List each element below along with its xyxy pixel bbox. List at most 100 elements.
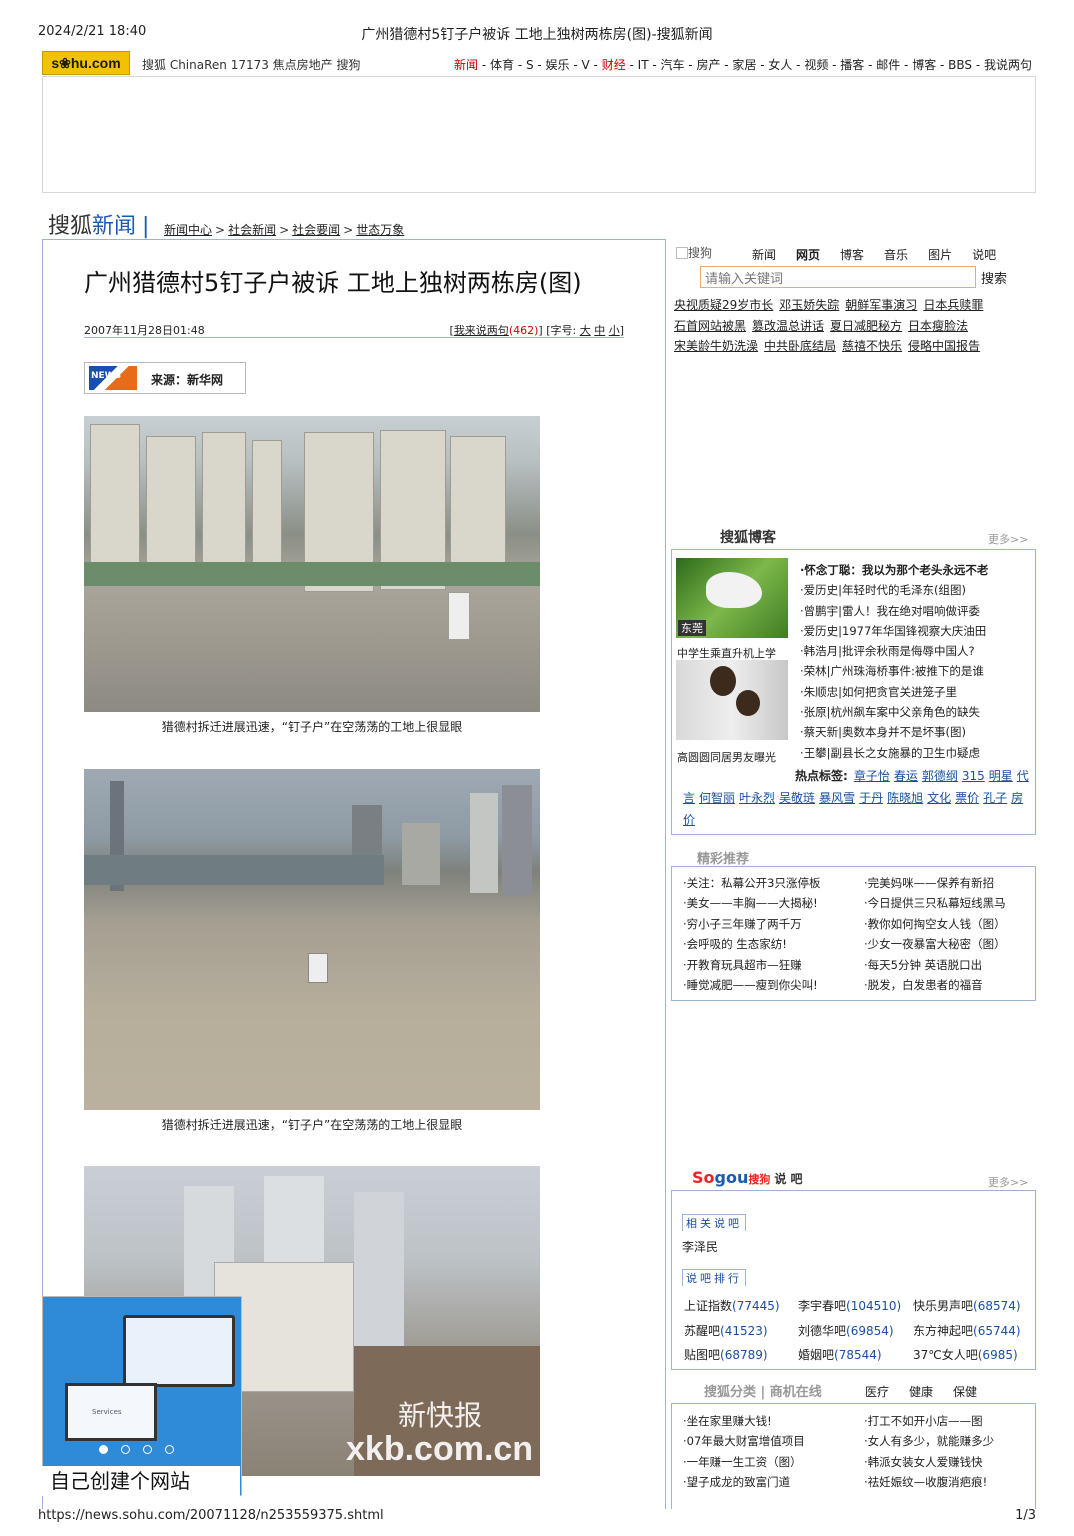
- hot-tag[interactable]: 叶永烈: [739, 791, 775, 805]
- list-item[interactable]: ·睡觉减肥——瘦到你尖叫!: [683, 975, 820, 995]
- category-tab[interactable]: 医疗: [865, 1385, 889, 1399]
- blog-item[interactable]: ·蔡天新|奥数本身并不是坏事(图): [800, 722, 988, 742]
- list-item[interactable]: ·少女一夜暴富大秘密（图）: [864, 934, 1006, 954]
- carousel-dot[interactable]: [121, 1445, 130, 1454]
- category-tabs[interactable]: 医疗 健康 保健: [865, 1383, 997, 1400]
- hot-search-link[interactable]: 日本瘦脸法: [908, 319, 968, 333]
- carousel-dots[interactable]: [99, 1443, 187, 1457]
- blog-item[interactable]: ·张原|杭州飙车案中父亲角色的缺失: [800, 702, 988, 722]
- search-tab[interactable]: 音乐: [884, 248, 908, 262]
- breadcrumb-item[interactable]: 社会新闻: [228, 223, 276, 237]
- breadcrumb-item[interactable]: 新闻中心: [164, 223, 212, 237]
- hot-tag[interactable]: 陈晓旭: [887, 791, 923, 805]
- font-mid-link[interactable]: 中: [594, 324, 605, 337]
- hot-tag[interactable]: 春运: [894, 769, 918, 783]
- list-item[interactable]: ·韩派女装女人爱赚钱快: [864, 1452, 994, 1472]
- hot-search-link[interactable]: 中共卧底结局: [764, 339, 836, 353]
- hot-search-link[interactable]: 夏日减肥秘方: [830, 319, 902, 333]
- list-item[interactable]: ·07年最大财富增值项目: [683, 1431, 805, 1451]
- sayba-more-link[interactable]: 更多>>: [988, 1174, 1028, 1190]
- related-sayba-tab[interactable]: 相关说吧: [682, 1214, 746, 1231]
- sayba-name[interactable]: 苏醒吧: [684, 1324, 720, 1338]
- list-item[interactable]: ·坐在家里赚大钱!: [683, 1411, 805, 1431]
- sayba-name[interactable]: 李宇春吧: [798, 1299, 846, 1313]
- sayba-name[interactable]: 贴图吧: [684, 1348, 720, 1362]
- hot-search-link[interactable]: 侵略中国报告: [908, 339, 980, 353]
- list-item[interactable]: ·美女——丰胸——大揭秘!: [683, 893, 820, 913]
- sayba-name[interactable]: 快乐男声吧: [913, 1299, 973, 1313]
- list-item[interactable]: ·望子成龙的致富门道: [683, 1472, 805, 1492]
- sayba-rank-tab[interactable]: 说吧排行: [682, 1269, 746, 1286]
- hot-search-link[interactable]: 邓玉娇失踪: [779, 298, 839, 312]
- category-title[interactable]: 搜狐分类 | 商机在线: [704, 1381, 822, 1400]
- blog-image-caption[interactable]: 高圆圆同居男友曝光: [677, 749, 776, 765]
- sogou-sayba-logo[interactable]: Sogou搜狗说 吧: [692, 1168, 803, 1187]
- blog-image-helicopter[interactable]: 东莞: [676, 558, 788, 638]
- ad-banner[interactable]: [42, 76, 1036, 193]
- blog-item[interactable]: ·荣林|广州珠海桥事件:被推下的是谁: [800, 661, 988, 681]
- hot-tag[interactable]: 315: [962, 769, 985, 783]
- sayba-rank-item[interactable]: 苏醒吧(41523): [684, 1319, 780, 1344]
- list-item[interactable]: ·一年赚一生工资（图）: [683, 1452, 805, 1472]
- breadcrumb-item[interactable]: 世态万象: [356, 223, 404, 237]
- list-item[interactable]: ·打工不如开小店——图: [864, 1411, 994, 1431]
- blog-image-caption[interactable]: 中学生乘直升机上学: [677, 645, 776, 661]
- list-item[interactable]: ·女人有多少，就能赚多少: [864, 1431, 994, 1451]
- blog-item[interactable]: ·怀念丁聪：我以为那个老头永远不老: [800, 560, 988, 580]
- top-nav[interactable]: 新闻 - 体育 - S - 娱乐 - V - 财经 - IT - 汽车 - 房产…: [454, 56, 1032, 73]
- sayba-rank-item[interactable]: 婚姻吧(78544): [798, 1343, 901, 1368]
- blog-item[interactable]: ·曾鹏宇|雷人！我在绝对唱响做评委: [800, 601, 988, 621]
- hot-tag[interactable]: 明星: [989, 769, 1013, 783]
- hot-search-link[interactable]: 央视质疑29岁市长: [674, 298, 773, 312]
- search-tab[interactable]: 新闻: [752, 248, 776, 262]
- top-nav-item[interactable]: 新闻: [454, 58, 478, 72]
- hot-tag[interactable]: 票价: [955, 791, 979, 805]
- hot-search-link[interactable]: 慈禧不快乐: [842, 339, 902, 353]
- carousel-dot[interactable]: [165, 1445, 174, 1454]
- list-item[interactable]: ·开教育玩具超市—狂赚: [683, 955, 820, 975]
- list-item[interactable]: ·会呼吸的 生态家纺!: [683, 934, 820, 954]
- related-sayba-name[interactable]: 李泽民: [682, 1238, 718, 1255]
- sayba-rank-item[interactable]: 东方神起吧(65744): [913, 1319, 1021, 1344]
- category-tab[interactable]: 保健: [953, 1385, 977, 1399]
- hot-search-link[interactable]: 宋美龄牛奶洗澡: [674, 339, 758, 353]
- list-item[interactable]: ·每天5分钟 英语脱口出: [864, 955, 1006, 975]
- hot-tag[interactable]: 何智丽: [699, 791, 735, 805]
- top-nav-item[interactable]: 财经: [602, 58, 626, 72]
- list-item[interactable]: ·关注：私幕公开3只涨停板: [683, 873, 820, 893]
- top-links[interactable]: 搜狐 ChinaRen 17173 焦点房地产 搜狗: [142, 56, 361, 73]
- blog-item[interactable]: ·朱顺忠|如何把贪官关进笼子里: [800, 682, 988, 702]
- font-small-link[interactable]: 小: [609, 324, 620, 337]
- search-tab[interactable]: 说吧: [972, 248, 996, 262]
- list-item[interactable]: ·教你如何掏空女人钱（图）: [864, 914, 1006, 934]
- floating-ad-caption[interactable]: 自己创建个网站: [42, 1466, 240, 1496]
- blog-item[interactable]: ·王攀|副县长之女施暴的卫生巾疑虑: [800, 743, 988, 763]
- hot-tag[interactable]: 郭德纲: [922, 769, 958, 783]
- breadcrumb-item[interactable]: 社会要闻: [292, 223, 340, 237]
- blog-item[interactable]: ·爱历史|年轻时代的毛泽东(组图): [800, 580, 988, 600]
- sayba-name[interactable]: 上证指数: [684, 1299, 732, 1313]
- blog-item[interactable]: ·韩浩月|批评余秋雨是侮辱中国人?: [800, 641, 988, 661]
- sayba-rank-item[interactable]: 贴图吧(68789): [684, 1343, 780, 1368]
- carousel-dot[interactable]: [99, 1445, 108, 1454]
- comment-count[interactable]: (462): [509, 324, 539, 337]
- search-tab[interactable]: 图片: [928, 248, 952, 262]
- hot-search-link[interactable]: 朝鲜军事演习: [845, 298, 917, 312]
- top-nav-item[interactable]: - 体育 - S - 娱乐 - V -: [478, 58, 602, 72]
- sayba-name[interactable]: 婚姻吧: [798, 1348, 834, 1362]
- hot-search-link[interactable]: 石首网站被黑: [674, 319, 746, 333]
- hot-tag[interactable]: 章子怡: [854, 769, 890, 783]
- sayba-rank-item[interactable]: 37℃女人吧(6985): [913, 1343, 1021, 1368]
- list-item[interactable]: ·祛妊娠纹—收腹消疤痕!: [864, 1472, 994, 1492]
- comment-link[interactable]: 我来说两句: [454, 324, 509, 337]
- blog-more-link[interactable]: 更多>>: [988, 531, 1028, 547]
- sayba-rank-item[interactable]: 上证指数(77445): [684, 1294, 780, 1319]
- sayba-rank-item[interactable]: 快乐男声吧(68574): [913, 1294, 1021, 1319]
- sayba-name[interactable]: 刘德华吧: [798, 1324, 846, 1338]
- hot-tag[interactable]: 文化: [927, 791, 951, 805]
- hot-tag[interactable]: 吴敬琏: [779, 791, 815, 805]
- list-item[interactable]: ·今日提供三只私幕短线黑马: [864, 893, 1006, 913]
- sayba-rank-item[interactable]: 李宇春吧(104510): [798, 1294, 901, 1319]
- hot-tag[interactable]: 孔子: [983, 791, 1007, 805]
- hot-tag[interactable]: 于丹: [859, 791, 883, 805]
